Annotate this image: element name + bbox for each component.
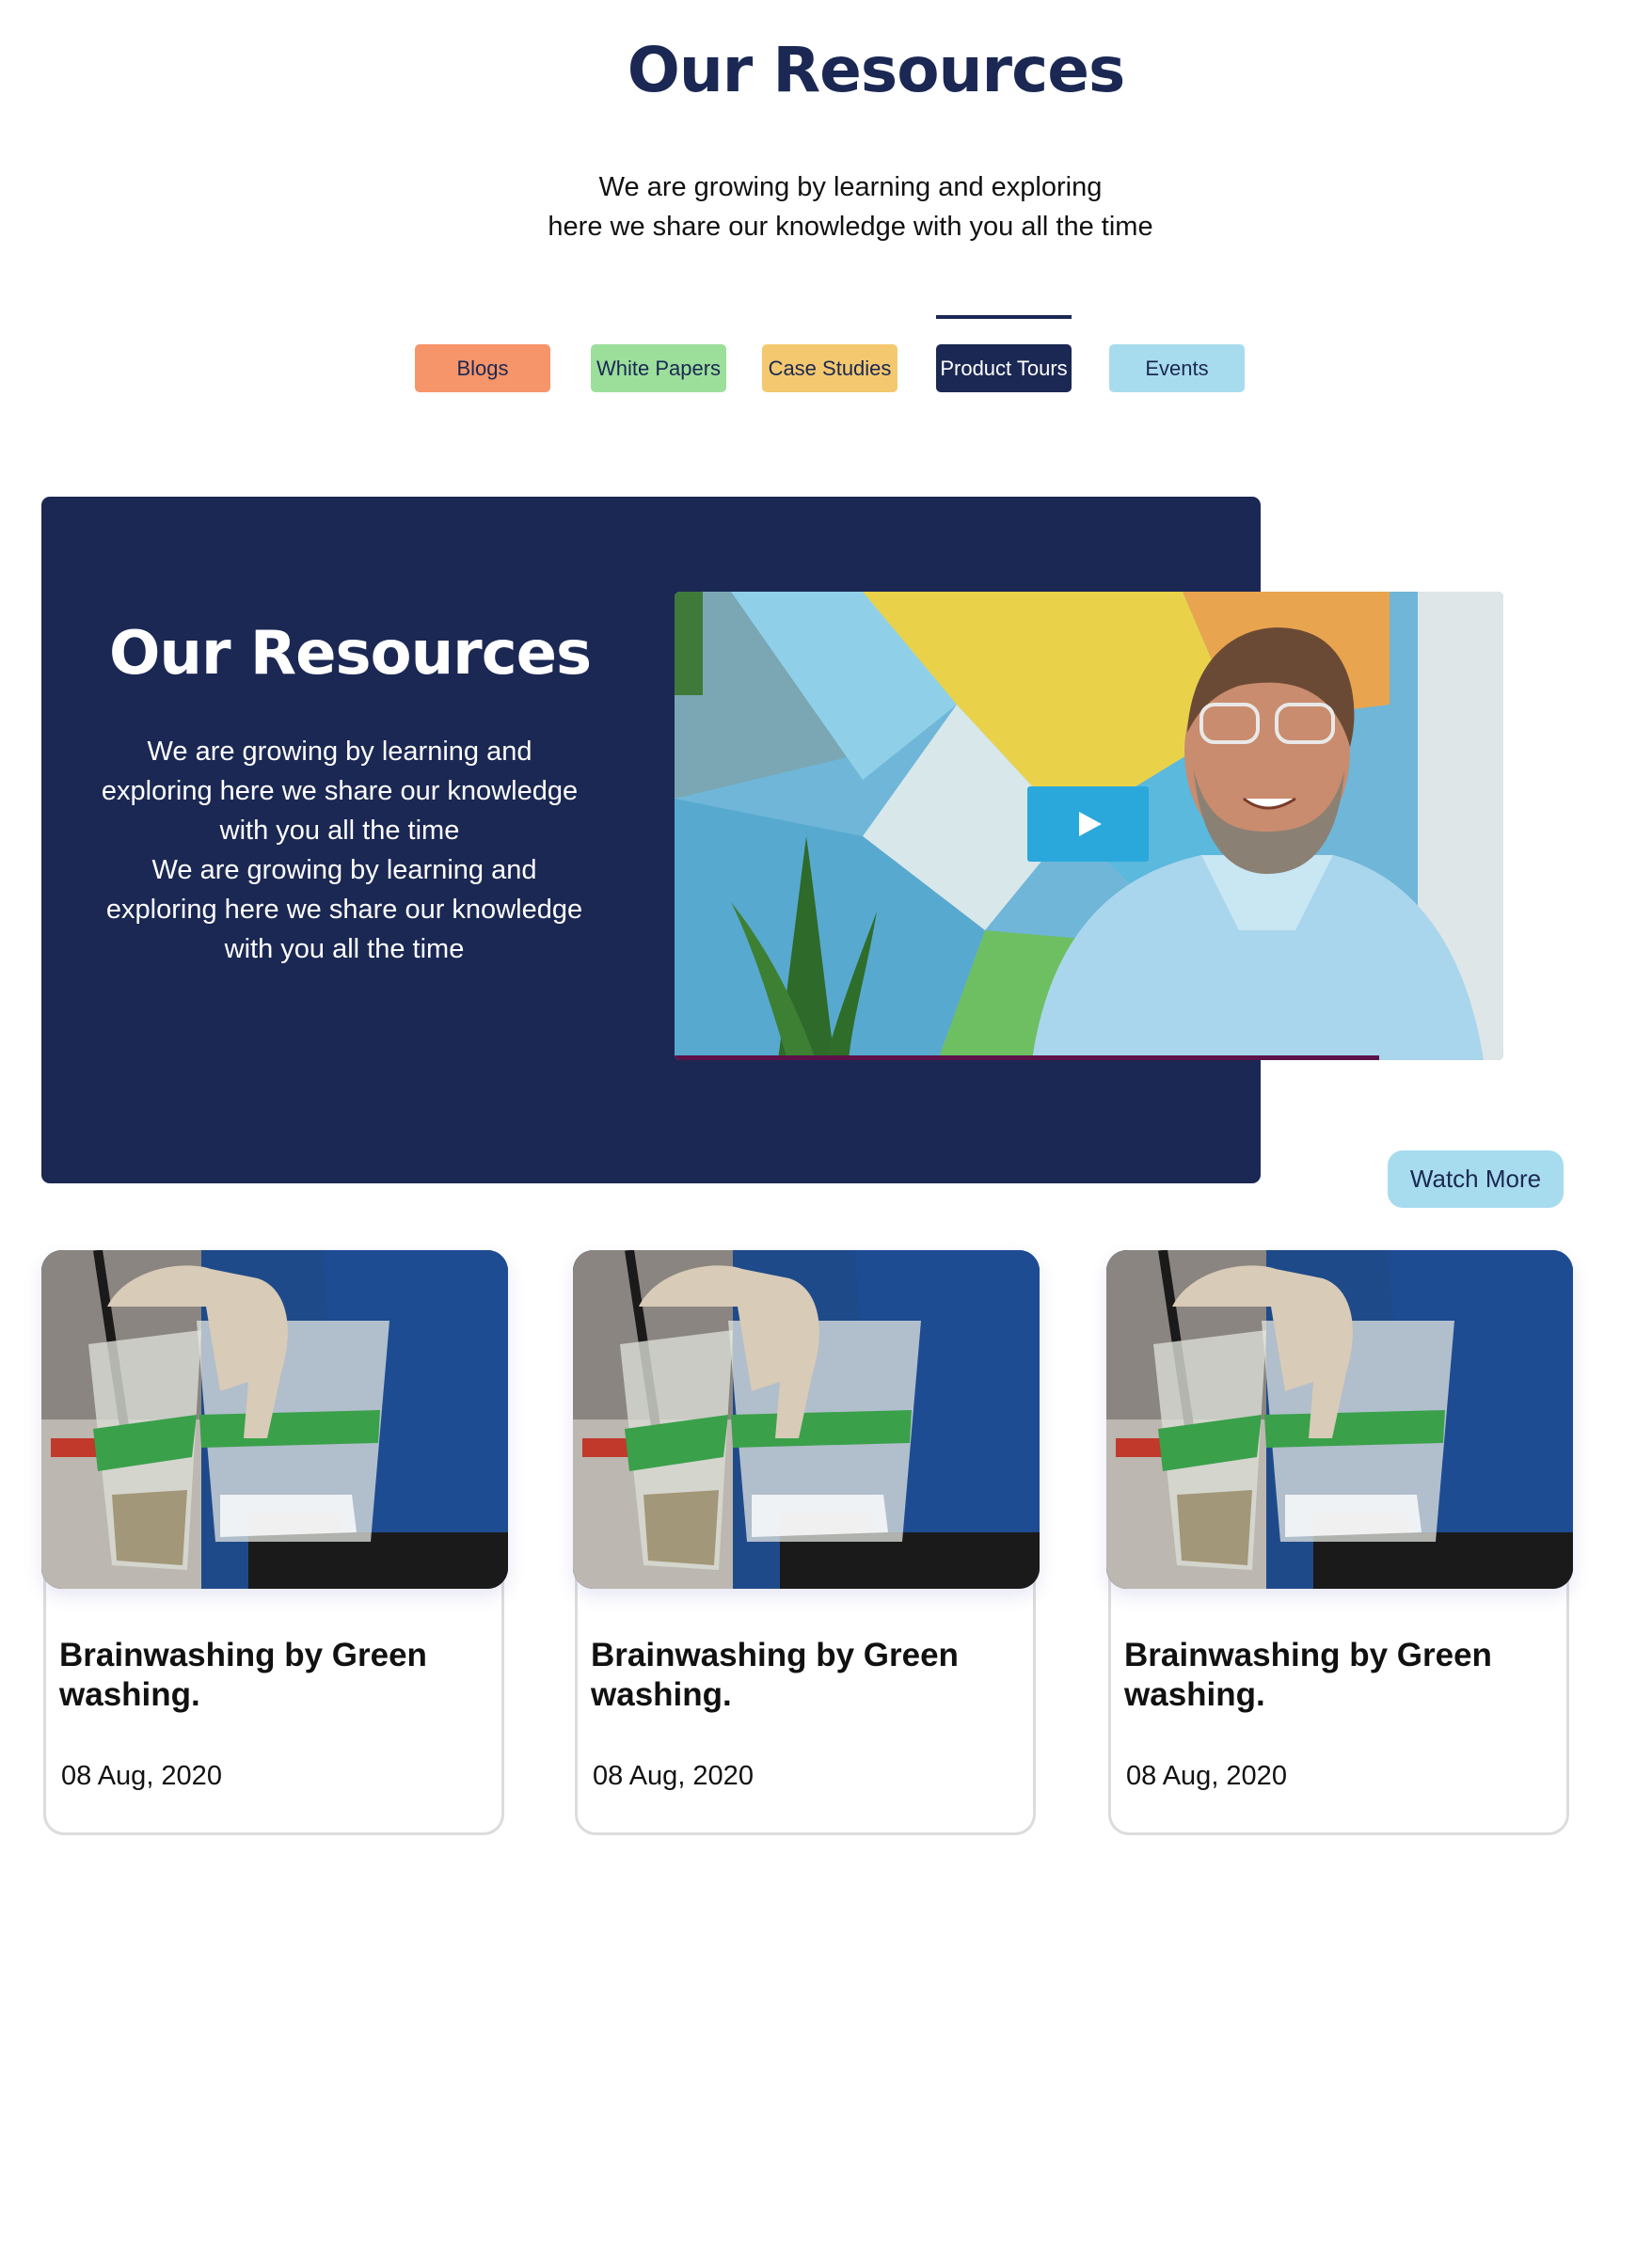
- subtitle-line-2: here we share our knowledge with you all…: [548, 212, 1153, 242]
- card-date: 08 Aug, 2020: [593, 1761, 754, 1791]
- tab-events[interactable]: Events: [1109, 344, 1245, 392]
- active-tab-indicator: [936, 315, 1072, 319]
- resource-card[interactable]: Brainwashing by Green washing. 08 Aug, 2…: [1106, 1250, 1573, 1835]
- card-date: 08 Aug, 2020: [1126, 1761, 1287, 1791]
- page-subtitle: We are growing by learning and exploring…: [0, 167, 1652, 246]
- hero-title: Our Resources: [109, 619, 592, 689]
- tab-blogs[interactable]: Blogs: [415, 344, 550, 392]
- card-photo: [573, 1250, 1040, 1589]
- resource-card[interactable]: Brainwashing by Green washing. 08 Aug, 2…: [573, 1250, 1040, 1835]
- card-title[interactable]: Brainwashing by Green washing.: [1124, 1636, 1538, 1715]
- video-progress-bar: [675, 1055, 1379, 1060]
- card-image: [1106, 1250, 1573, 1589]
- tab-white-papers[interactable]: White Papers: [591, 344, 726, 392]
- tab-case-studies[interactable]: Case Studies: [762, 344, 897, 392]
- hero-paragraph: We are growing by learning and exploring…: [105, 855, 583, 964]
- subtitle-line-1: We are growing by learning and exploring: [598, 172, 1103, 202]
- play-icon: [1079, 812, 1102, 836]
- tab-product-tours[interactable]: Product Tours: [936, 344, 1072, 392]
- product-tour-video[interactable]: [675, 592, 1503, 1060]
- hero-paragraph: We are growing by learning and exploring…: [101, 737, 579, 846]
- resource-card[interactable]: Brainwashing by Green washing. 08 Aug, 2…: [41, 1250, 508, 1835]
- hero-description: We are growing by learning and exploring…: [90, 732, 589, 969]
- card-image: [573, 1250, 1040, 1589]
- card-image: [41, 1250, 508, 1589]
- play-button[interactable]: [1027, 786, 1149, 862]
- page-title: Our Resources: [627, 34, 1126, 106]
- card-title[interactable]: Brainwashing by Green washing.: [591, 1636, 1005, 1715]
- card-photo: [41, 1250, 508, 1589]
- watch-more-button[interactable]: Watch More: [1388, 1150, 1564, 1208]
- card-date: 08 Aug, 2020: [61, 1761, 222, 1791]
- resource-tabs: Blogs White Papers Case Studies Product …: [0, 344, 1652, 393]
- card-title[interactable]: Brainwashing by Green washing.: [59, 1636, 473, 1715]
- card-photo: [1106, 1250, 1573, 1589]
